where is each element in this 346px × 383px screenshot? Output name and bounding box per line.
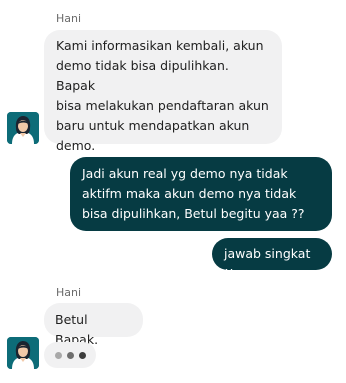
message-line: bisa dipulihkan, Betul begitu yaa ?? [82,206,305,221]
message-line: Kami informasikan kembali, akun [56,38,264,53]
incoming-message-bubble: Betul Bapak. [44,303,143,347]
typing-dot [66,351,74,359]
agent-avatar-icon [7,112,39,144]
message-line: aktifm maka akun demo nya tidak [82,186,297,201]
incoming-message-bubble: Kami informasikan kembali, akun demo tid… [44,30,282,153]
message-line: demo tidak bisa dipulihkan. Bapak [56,58,229,93]
message-line: demo. [56,138,96,153]
typing-dot [54,351,62,359]
sender-name: Hani [56,12,82,25]
message-line: Jadi akun real yg demo nya tidak [82,166,288,181]
typing-indicator [44,342,96,368]
message-line: jawab singkat !! [224,246,311,281]
outgoing-message-bubble: Jadi akun real yg demo nya tidak aktifm … [70,157,332,231]
sender-name: Hani [56,286,82,299]
message-line: bisa melakukan pendaftaran akun [56,98,269,113]
agent-avatar-icon [7,337,39,369]
message-line: baru untuk mendapatkan akun [56,118,250,133]
typing-dot [78,351,86,359]
outgoing-message-bubble: jawab singkat !! [212,238,332,281]
